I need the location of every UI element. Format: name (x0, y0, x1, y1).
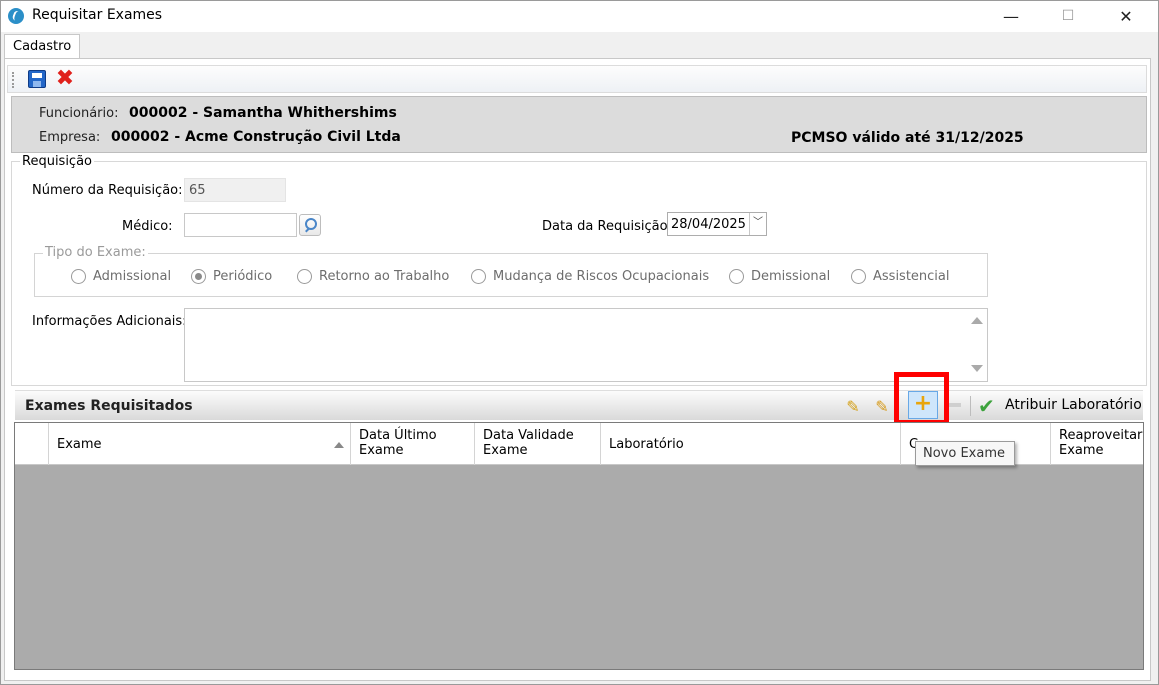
column-header-reaproveitar-exame[interactable]: Reaproveitar Exame (1050, 423, 1143, 465)
memo-scrollbar[interactable] (967, 309, 987, 381)
pencil-edit-icon[interactable]: ✎ (871, 397, 893, 417)
tipo-exame-group: Tipo do Exame: Admissional Periódico Ret… (34, 245, 988, 297)
tab-cadastro[interactable]: Cadastro (4, 34, 81, 59)
cancel-icon[interactable]: ✖ (54, 67, 76, 91)
highlight-box (894, 372, 949, 425)
exames-toolbar: Exames Requisitados ✎ ✎ + ✔ Atribuir Lab… (15, 390, 1143, 420)
scroll-down-icon[interactable] (971, 365, 983, 372)
informacoes-adicionais-label: Informações Adicionais: (32, 314, 187, 329)
radio-retorno-trabalho[interactable]: Retorno ao Trabalho (297, 269, 449, 285)
atribuir-laboratorio-button[interactable]: Atribuir Laboratório (1005, 397, 1142, 413)
main-toolbar: ✖ (7, 65, 1147, 93)
medico-field[interactable] (184, 213, 297, 237)
radio-circle (297, 269, 312, 284)
funcionario-label: Funcionário: (39, 106, 119, 121)
column-header-data-validade-exame[interactable]: Data Validade Exame (474, 423, 600, 465)
data-requisicao-field[interactable]: 28/04/2025 ﹀ (667, 212, 767, 236)
radio-circle (851, 269, 866, 284)
medico-label: Médico: (122, 219, 173, 234)
requisicao-group: Requisição Número da Requisição: 65 Médi… (11, 154, 1147, 386)
radio-admissional[interactable]: Admissional (71, 269, 171, 285)
radio-circle (71, 269, 86, 284)
pencil-add-icon[interactable]: ✎ (842, 397, 864, 417)
tipo-exame-legend: Tipo do Exame: (43, 245, 148, 260)
maximize-button[interactable]: ☐ (1043, 1, 1093, 32)
column-header-select[interactable] (15, 423, 48, 465)
informacoes-adicionais-field[interactable] (184, 308, 988, 382)
chevron-down-icon[interactable]: ﹀ (749, 213, 766, 235)
radio-circle-checked (191, 269, 206, 284)
funcionario-value: 000002 - Samantha Whithershims (129, 105, 397, 121)
radio-circle (471, 269, 486, 284)
window-title: Requisitar Exames (32, 7, 163, 23)
minimize-button[interactable]: — (986, 1, 1036, 32)
requisicao-legend: Requisição (20, 154, 95, 169)
employee-info-panel: Funcionário: 000002 - Samantha Whithersh… (11, 96, 1147, 153)
scroll-up-icon[interactable] (971, 317, 983, 324)
toolbar-separator (970, 396, 971, 416)
save-icon[interactable] (28, 70, 46, 88)
data-requisicao-label: Data da Requisição: (542, 219, 672, 234)
numero-requisicao-field: 65 (184, 178, 286, 202)
search-icon[interactable] (299, 214, 321, 236)
column-header-laboratorio[interactable]: Laboratório (600, 423, 900, 465)
title-bar: Requisitar Exames — ☐ ✕ (1, 1, 1158, 32)
pcmso-validity: PCMSO válido até 31/12/2025 (791, 130, 1024, 146)
data-requisicao-value: 28/04/2025 (671, 217, 746, 232)
empresa-label: Empresa: (39, 130, 101, 145)
toolbar-grip[interactable] (12, 72, 15, 88)
check-icon[interactable]: ✔ (978, 394, 995, 418)
minus-icon[interactable] (949, 403, 961, 407)
numero-requisicao-label: Número da Requisição: (32, 183, 183, 198)
column-header-exame[interactable]: Exame (48, 423, 350, 465)
radio-demissional[interactable]: Demissional (729, 269, 830, 285)
requisitar-exames-window: Requisitar Exames — ☐ ✕ Cadastro ✖ Funci… (0, 0, 1159, 685)
app-icon (8, 8, 24, 24)
exames-requisitados-title: Exames Requisitados (25, 398, 193, 414)
radio-assistencial[interactable]: Assistencial (851, 269, 950, 285)
empresa-value: 000002 - Acme Construção Civil Ltda (111, 129, 401, 145)
radio-periodico[interactable]: Periódico (191, 269, 272, 285)
column-header-data-ultimo-exame[interactable]: Data Último Exame (350, 423, 474, 465)
tab-strip: Cadastro (1, 32, 1158, 59)
novo-exame-tooltip: Novo Exame (915, 441, 1015, 466)
radio-mudanca-riscos[interactable]: Mudança de Riscos Ocupacionais (471, 269, 709, 285)
radio-circle (729, 269, 744, 284)
sort-up-icon (334, 442, 344, 448)
close-button[interactable]: ✕ (1101, 1, 1151, 32)
